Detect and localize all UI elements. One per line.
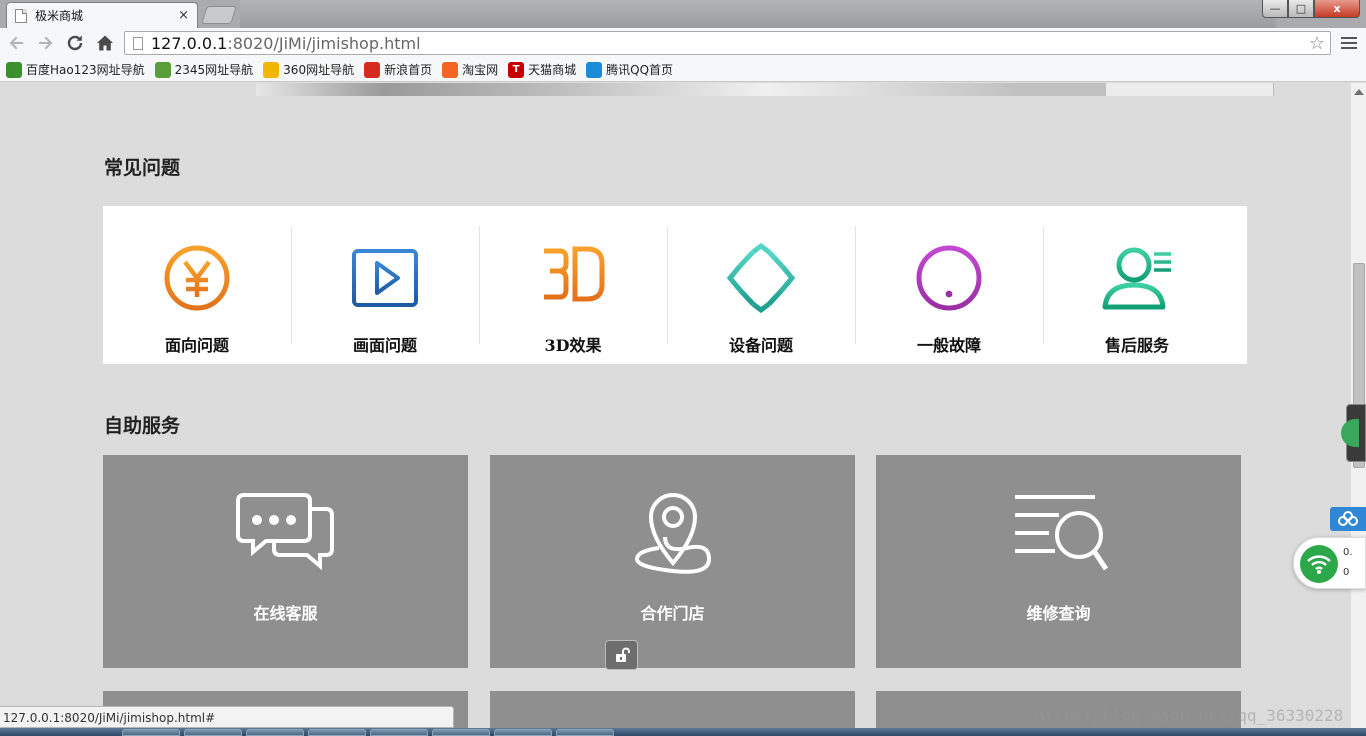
taskbar-item[interactable] (370, 729, 428, 736)
bookmark-item[interactable]: 新浪首页 (364, 61, 432, 78)
faq-item-3d[interactable]: 3D效果 (479, 206, 667, 364)
scroll-up-arrow-icon[interactable] (1354, 89, 1364, 95)
page-icon (133, 36, 143, 50)
person-service-icon (1102, 247, 1171, 310)
bookmark-label: 2345网址导航 (174, 63, 254, 77)
faq-item-label: 面向问题 (164, 336, 229, 355)
network-speed-widget[interactable]: 0. 0 (1293, 537, 1366, 589)
bookmark-label: 新浪首页 (384, 63, 433, 77)
tab-title: 极米商城 (35, 9, 84, 23)
unlock-icon[interactable] (605, 640, 638, 670)
page-viewport: 常见问题 面向问题 画面问题 3D效果 设备问题 一般故障 售后服务 自助服务 … (0, 83, 1350, 736)
faq-item-face[interactable]: 面向问题 (103, 206, 291, 364)
qq-icon (586, 61, 603, 78)
faq-item-label: 画面问题 (352, 336, 417, 355)
address-bar[interactable]: 127.0.0.1:8020/JiMi/jimishop.html ☆ (124, 31, 1331, 55)
window-maximize-button[interactable]: □ (1288, 0, 1314, 18)
wifi-icon (1300, 545, 1338, 583)
tab-active[interactable]: 极米商城 × (6, 2, 198, 28)
desktop-background (240, 0, 1276, 28)
baidu-cloud-icon[interactable] (1330, 507, 1366, 531)
hao123-icon (6, 61, 22, 78)
floating-side-tab[interactable] (1341, 404, 1366, 462)
service-card-online-support[interactable]: 在线客服 (103, 455, 468, 668)
faq-item-device[interactable]: 设备问题 (667, 206, 855, 364)
faq-item-label: 3D效果 (544, 336, 602, 355)
bookmark-item[interactable]: 百度Hao123网址导航 (6, 61, 145, 78)
window-close-button[interactable]: x (1314, 0, 1360, 18)
bookmarks-bar: 百度Hao123网址导航 2345网址导航 360网址导航 新浪首页 淘宝网 T 天猫商城 腾… (0, 58, 1366, 82)
bookmark-star-icon[interactable]: ☆ (1309, 33, 1325, 54)
service-card-partner-stores[interactable]: 合作门店 (490, 455, 855, 668)
faq-item-fault[interactable]: 一般故障 (855, 206, 1043, 364)
faq-panel: 面向问题 画面问题 3D效果 设备问题 一般故障 售后服务 (103, 206, 1247, 364)
taskbar-item[interactable] (184, 729, 242, 736)
2345-icon (154, 61, 171, 78)
sina-weibo-icon (364, 61, 381, 78)
tab-strip: 极米商城 × — □ x (0, 0, 1366, 28)
taskbar-item[interactable] (556, 729, 614, 736)
chat-bubbles-icon (235, 493, 334, 571)
bookmark-label: 360网址导航 (283, 63, 355, 77)
watermark-text: http://blog.csdn.net/qq_36330228 (1035, 706, 1344, 725)
banner-image (256, 83, 1106, 96)
service-card-label: 合作门店 (640, 604, 705, 623)
upload-speed: 0. (1343, 547, 1353, 558)
service-card-repair-lookup[interactable]: 维修查询 (876, 455, 1241, 668)
browser-toolbar: 127.0.0.1:8020/JiMi/jimishop.html ☆ (0, 28, 1366, 58)
page-icon (15, 8, 27, 23)
url-path: :8020/JiMi/jimishop.html (227, 33, 421, 53)
diamond-device-icon (726, 243, 796, 313)
forward-arrow-icon[interactable] (34, 32, 56, 54)
service-card-label: 在线客服 (253, 604, 318, 623)
taskbar-item[interactable] (494, 729, 552, 736)
faq-item-label: 售后服务 (1104, 336, 1169, 355)
bookmark-label: 百度Hao123网址导航 (26, 63, 145, 77)
360-icon (263, 61, 280, 78)
tab-close-icon[interactable]: × (178, 8, 189, 23)
bookmark-item[interactable]: T 天猫商城 (508, 61, 576, 78)
download-speed: 0 (1343, 567, 1350, 578)
bookmark-item[interactable]: 360网址导航 (263, 61, 354, 78)
taobao-icon (442, 61, 459, 78)
bookmark-label: 腾讯QQ首页 (606, 63, 674, 77)
search-list-icon (1014, 495, 1108, 571)
hamburger-menu-icon[interactable] (1340, 33, 1358, 53)
yuan-coin-icon (164, 245, 230, 311)
exclamation-circle-icon (916, 245, 982, 311)
bookmark-label: 天猫商城 (528, 63, 577, 77)
self-service-section-title: 自助服务 (104, 415, 181, 437)
reload-icon[interactable] (64, 32, 86, 54)
tmall-icon: T (508, 61, 525, 78)
bookmark-item[interactable]: 淘宝网 (442, 61, 498, 78)
window-minimize-button[interactable]: — (1262, 0, 1288, 18)
bookmark-item[interactable]: 腾讯QQ首页 (586, 61, 673, 78)
faq-item-aftersales[interactable]: 售后服务 (1043, 206, 1231, 364)
taskbar-item[interactable] (308, 729, 366, 736)
play-video-icon (352, 249, 418, 307)
3d-text-icon (544, 246, 605, 302)
service-card-label: 维修查询 (1026, 604, 1091, 623)
taskbar-item[interactable] (246, 729, 304, 736)
home-icon[interactable] (94, 32, 116, 54)
banner-image-edge (1106, 83, 1274, 96)
back-arrow-icon[interactable] (6, 32, 28, 54)
bookmark-label: 淘宝网 (462, 63, 499, 77)
taskbar-item[interactable] (432, 729, 490, 736)
url-host: 127.0.0.1 (151, 33, 228, 53)
faq-item-label: 设备问题 (728, 336, 793, 355)
faq-item-picture[interactable]: 画面问题 (291, 206, 479, 364)
status-url-bubble: 127.0.0.1:8020/JiMi/jimishop.html# (0, 706, 454, 728)
faq-section-title: 常见问题 (104, 157, 181, 179)
taskbar-item[interactable] (122, 729, 180, 736)
windows-taskbar (0, 728, 1366, 736)
bookmark-item[interactable]: 2345网址导航 (154, 61, 254, 78)
location-pin-icon (634, 493, 711, 574)
new-tab-button[interactable] (201, 6, 237, 24)
faq-item-label: 一般故障 (916, 336, 981, 355)
